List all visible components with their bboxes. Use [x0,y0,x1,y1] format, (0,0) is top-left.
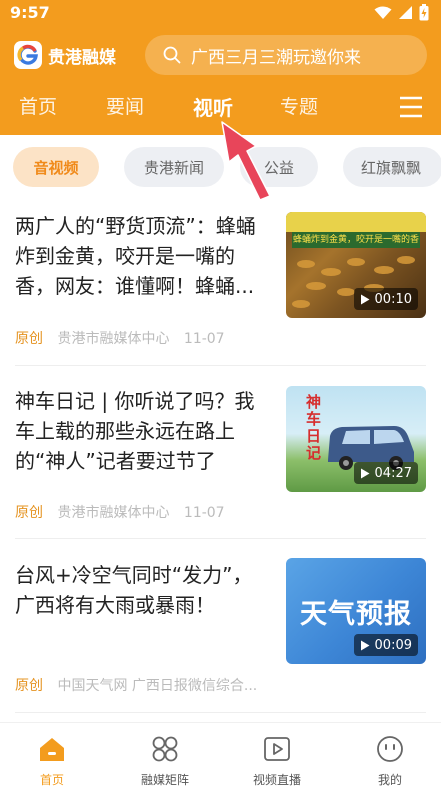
article-source: 中国天气网 广西日报微信综合... [57,678,258,694]
top-nav: 首页 要闻 视听 专题 [0,92,441,126]
bottom-tab-profile[interactable]: 我的 [340,733,440,788]
duration-text: 00:09 [374,637,412,653]
app-header: 9:57 贵港融媒 广西三月三潮玩邀你来 首页 要闻 视听 专题 [0,0,441,135]
article-date: 11-07 [183,331,225,347]
video-play-icon [264,737,290,761]
divider [15,712,426,713]
thumbnail-caption: 蜂蛹炸到金黄，咬开是一嘴的香 [292,232,420,248]
chip-audio-video[interactable]: 音视频 [13,147,99,187]
bottom-tab-home[interactable]: 首页 [2,733,102,788]
duration-text: 04:27 [374,465,412,481]
chip-red-flag[interactable]: 红旗飘飘 [343,147,441,187]
article-title[interactable]: 神车日记 | 你听说了吗？我车上载的那些永远在路上的“神人”记者要过节了 [15,386,270,476]
bottom-tab-label: 视频直播 [252,773,301,787]
article-meta: 原创 贵港市融媒体中心 11-07 [15,328,235,348]
bottom-tab-label: 融媒矩阵 [140,773,189,787]
clover-grid-icon [152,736,178,762]
thumbnail-banner [286,212,426,232]
article-item[interactable]: 神车日记 | 你听说了吗？我车上载的那些永远在路上的“神人”记者要过节了 原创 … [0,386,441,536]
search-placeholder: 广西三月三潮玩邀你来 [191,47,361,68]
video-duration: 00:09 [353,634,418,656]
video-thumbnail[interactable]: 蜂蛹炸到金黄，咬开是一嘴的香 00:10 [286,212,426,318]
chip-public-welfare[interactable]: 公益 [240,147,318,187]
article-item[interactable]: 台风+冷空气同时“发力”，广西将有大雨或暴雨！ 原创 中国天气网 广西日报微信综… [0,558,441,710]
play-icon [360,468,370,478]
bottom-tab-label: 我的 [377,773,402,787]
video-thumbnail[interactable]: 天气预报 00:09 [286,558,426,664]
bottom-tab-bar: 首页 融媒矩阵 视频直播 我的 [0,722,441,792]
article-title[interactable]: 台风+冷空气同时“发力”，广西将有大雨或暴雨！ [15,560,270,620]
battery-icon [419,4,429,21]
article-title[interactable]: 两广人的“野货顶流”：蜂蛹炸到金黄，咬开是一嘴的香，网友：谁懂啊！蜂蛹... [15,211,270,301]
article-date: 11-07 [183,505,225,521]
bottom-tab-live[interactable]: 视频直播 [227,733,327,788]
tab-topics[interactable]: 专题 [280,92,318,119]
search-bar[interactable]: 广西三月三潮玩邀你来 [145,35,427,75]
wifi-icon [374,6,392,19]
play-icon [360,294,370,304]
bottom-tab-media-matrix[interactable]: 融媒矩阵 [115,733,215,788]
thumbnail-caption: 天气预报 [300,599,412,630]
category-chips: 音视频 贵港新闻 公益 红旗飘飘 [0,147,441,187]
smiley-icon [377,736,403,762]
divider [15,538,426,539]
divider [15,365,426,366]
video-thumbnail[interactable]: 神车日记 04:27 [286,386,426,492]
article-source: 贵港市融媒体中心 [57,331,170,347]
signal-icon [399,6,412,19]
original-tag: 原创 [15,331,43,347]
article-source: 贵港市融媒体中心 [57,505,170,521]
home-icon [40,738,64,761]
status-bar: 9:57 [0,0,441,28]
tab-news[interactable]: 要闻 [106,92,144,119]
tab-audiovisual[interactable]: 视听 [193,92,233,121]
original-tag: 原创 [15,505,43,521]
article-meta: 原创 贵港市融媒体中心 11-07 [15,502,235,522]
bottom-tab-label: 首页 [39,773,64,787]
original-tag: 原创 [15,678,43,694]
play-icon [360,640,370,650]
article-meta: 原创 中国天气网 广西日报微信综合... [15,675,267,695]
video-duration: 04:27 [353,462,418,484]
logo-g-icon [14,41,42,69]
status-time: 9:57 [10,3,50,22]
search-icon [163,46,181,64]
app-name: 贵港融媒 [48,47,116,68]
duration-text: 00:10 [374,291,412,307]
tab-home[interactable]: 首页 [19,92,57,119]
brand-row: 贵港融媒 广西三月三潮玩邀你来 [0,34,441,76]
chip-guigang-news[interactable]: 贵港新闻 [124,147,224,187]
article-item[interactable]: 两广人的“野货顶流”：蜂蛹炸到金黄，咬开是一嘴的香，网友：谁懂啊！蜂蛹... 原… [0,211,441,361]
menu-icon[interactable] [399,96,423,118]
status-icons [374,4,429,21]
app-logo: 贵港融媒 [14,41,116,69]
video-duration: 00:10 [353,288,418,310]
